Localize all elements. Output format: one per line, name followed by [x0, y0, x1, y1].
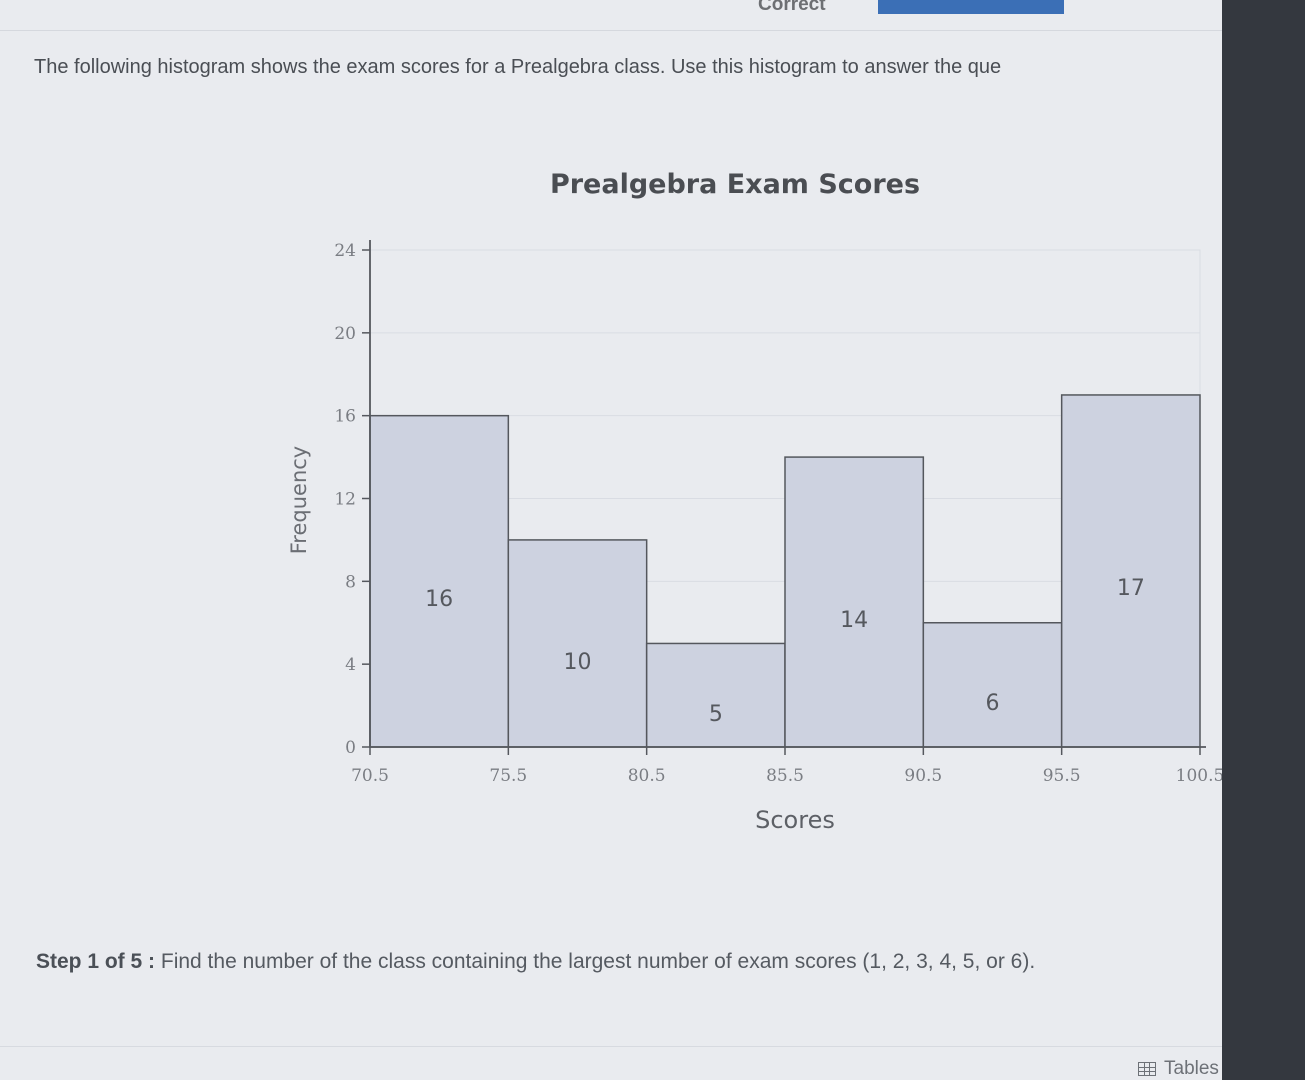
bar-data-label: 14 [840, 608, 868, 633]
tables-label: Tables [1164, 1058, 1219, 1079]
device-bezel [1222, 0, 1305, 1080]
histogram-bar [369, 414, 510, 748]
table-grid-icon [1138, 1062, 1156, 1076]
step-text: Find the number of the class containing … [160, 950, 1036, 973]
y-tick-label: 12 [334, 490, 356, 510]
bar-data-label: 17 [1117, 576, 1145, 601]
y-tick-label: 8 [345, 572, 356, 592]
step-label: Step 1 of 5 : [36, 950, 156, 973]
y-tick-label: 24 [334, 241, 356, 261]
x-tick-label: 100.5 [1176, 766, 1222, 786]
bar-data-label: 5 [709, 702, 723, 727]
x-tick-label: 80.5 [628, 766, 666, 786]
screen: Correct The following histogram shows th… [0, 0, 1222, 1080]
histogram-bar [507, 539, 648, 748]
histogram-bar [645, 642, 786, 748]
bar-data-label: 16 [425, 587, 453, 612]
y-tick-label: 20 [334, 324, 356, 344]
y-tick-label: 0 [345, 738, 356, 758]
chart-title: Prealgebra Exam Scores [550, 169, 920, 200]
x-tick-label: 85.5 [766, 766, 804, 786]
tables-button[interactable]: Tables [1138, 1058, 1219, 1080]
footer-divider [0, 1046, 1222, 1047]
bar-data-label: 10 [564, 650, 592, 675]
histogram-chart: Prealgebra Exam Scores 0 4 8 12 16 20 24 16 10 5 14… [287, 169, 1222, 834]
x-tick-label: 70.5 [351, 766, 389, 786]
y-tick-label: 4 [345, 655, 356, 675]
histogram-bar [922, 622, 1063, 748]
x-tick-label: 90.5 [904, 766, 942, 786]
step-prompt: Step 1 of 5 : Find the number of the cla… [36, 950, 1035, 974]
histogram-bar [1060, 394, 1201, 748]
x-axis-title: Scores [755, 806, 835, 834]
x-tick-label: 75.5 [489, 766, 527, 786]
x-tick-label: 95.5 [1043, 766, 1081, 786]
bar-data-label: 6 [986, 691, 1000, 716]
y-axis-title: Frequency [287, 446, 311, 555]
y-tick-label: 16 [334, 407, 356, 427]
histogram-bar [784, 456, 925, 748]
